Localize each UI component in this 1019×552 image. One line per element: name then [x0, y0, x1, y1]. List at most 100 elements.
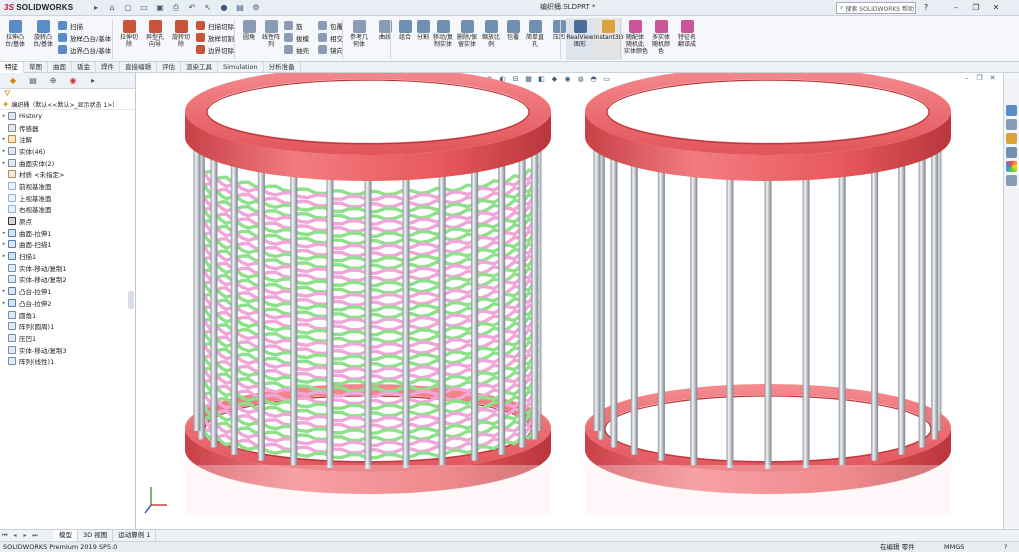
restore-icon[interactable]: ❐ — [970, 1, 982, 14]
ribbon-button-31[interactable]: 随配体 随机此 实体颜色 — [624, 18, 648, 55]
command-tab-8[interactable]: Simulation — [218, 62, 264, 73]
expand-arrow-icon[interactable]: ▸ — [0, 113, 8, 119]
tree-item[interactable]: 原点 — [0, 215, 135, 227]
bottom-tab-0[interactable]: 模型 — [54, 530, 78, 541]
tree-item[interactable]: 前视基准面 — [0, 180, 135, 192]
tree-scrollbar[interactable] — [128, 291, 134, 309]
first-tab-icon[interactable]: ⏮ — [0, 531, 10, 541]
select-arrow-icon[interactable]: ↖ — [202, 2, 214, 14]
bottom-tab-2[interactable]: 运动算例 1 — [113, 530, 157, 541]
ribbon-button-4[interactable]: 边界凸台/基体 — [58, 44, 111, 55]
tree-item[interactable]: 实体-移动/复制1 — [0, 262, 135, 274]
feature-manager-tab-icon[interactable]: ◆ — [4, 74, 22, 88]
ribbon-button-26[interactable]: 包覆 — [502, 18, 524, 41]
resources-icon[interactable] — [1006, 105, 1017, 116]
view-palette-icon[interactable] — [1006, 147, 1017, 158]
ribbon-button-27[interactable]: 简单直 孔 — [524, 18, 546, 48]
ribbon-button-24[interactable]: 删除/保 留实体 — [456, 18, 478, 48]
last-tab-icon[interactable]: ⏭ — [30, 531, 40, 541]
panel-expand-icon[interactable]: ▸ — [84, 74, 102, 88]
command-tab-2[interactable]: 曲面 — [48, 62, 72, 73]
command-tab-3[interactable]: 钣金 — [72, 62, 96, 73]
ribbon-button-22[interactable]: 分割 — [412, 18, 434, 41]
expand-arrow-icon[interactable]: ▸ — [0, 300, 8, 306]
command-tab-7[interactable]: 渲染工具 — [181, 62, 218, 73]
ribbon-button-11[interactable]: 圆角 — [238, 18, 260, 41]
expand-arrow-icon[interactable]: ▸ — [0, 136, 8, 142]
graphics-viewport[interactable]: ⌖ ⊡ ⊕ ◐ ⊟ ▦ ◧ ◆ ◉ ◍ ◓ ▭ – ❐ ✕ — [137, 73, 1003, 529]
tree-item[interactable]: ▸ 凸台-拉伸2 — [0, 297, 135, 309]
minimize-icon[interactable]: – — [950, 1, 962, 14]
tree-item[interactable]: 压凹1 — [0, 332, 135, 344]
undo-icon[interactable]: ↶ — [186, 2, 198, 14]
tree-item[interactable]: 圆角1 — [0, 309, 135, 321]
ribbon-button-17[interactable]: 相交 — [318, 32, 343, 43]
help-icon[interactable]: ? — [920, 1, 932, 14]
ribbon-button-7[interactable]: 旋转切 除 — [170, 18, 192, 48]
ribbon-button-10[interactable]: 边界切除 — [196, 44, 234, 55]
ribbon-button-2[interactable]: 扫描 — [58, 20, 83, 31]
ribbon-button-9[interactable]: 放样切割 — [196, 32, 234, 43]
next-tab-icon[interactable]: ▸ — [20, 531, 30, 541]
tree-item[interactable]: 阵列(线性)1 — [0, 355, 135, 367]
command-tab-0[interactable]: 特征 — [0, 62, 24, 73]
command-tab-5[interactable]: 直接编辑 — [120, 62, 157, 73]
tree-item[interactable]: 上视基准面 — [0, 192, 135, 204]
home-icon[interactable]: ⌂ — [106, 2, 118, 14]
solidworks-logo[interactable]: 3S SOLIDWORKS — [0, 0, 88, 16]
design-library-icon[interactable] — [1006, 119, 1017, 130]
save-icon[interactable]: ▣ — [154, 2, 166, 14]
property-manager-tab-icon[interactable]: ▤ — [24, 74, 42, 88]
ribbon-button-8[interactable]: 扫描切除 — [196, 20, 234, 31]
command-tab-6[interactable]: 评估 — [157, 62, 181, 73]
tree-item[interactable]: ▸ 曲面实体(2) — [0, 157, 135, 169]
ribbon-button-14[interactable]: 拔模 — [284, 32, 309, 43]
close-icon[interactable]: ✕ — [990, 1, 1002, 14]
tree-item[interactable]: 材质 <未指定> — [0, 168, 135, 180]
ribbon-button-33[interactable]: 特征名 翻译成 — [676, 18, 698, 48]
ribbon-button-6[interactable]: 异型孔 向导 — [144, 18, 166, 48]
bottom-tab-1[interactable]: 3D 视图 — [78, 530, 114, 541]
custom-properties-icon[interactable] — [1006, 175, 1017, 186]
appearances-icon[interactable] — [1006, 161, 1017, 172]
display-manager-tab-icon[interactable]: ◉ — [64, 74, 82, 88]
tree-item[interactable]: 传感器 — [0, 122, 135, 134]
ribbon-button-12[interactable]: 线性阵 列 — [260, 18, 282, 48]
ribbon-button-29[interactable]: RealView 图形 — [566, 18, 594, 60]
tree-item[interactable]: ▸ 实体(46) — [0, 145, 135, 157]
configuration-manager-tab-icon[interactable]: ⊕ — [44, 74, 62, 88]
help-search-input[interactable]: ⌕ 搜索 SOLIDWORKS 帮助 — [836, 2, 916, 14]
print-icon[interactable]: ⎙ — [170, 2, 182, 14]
file-properties-icon[interactable]: ▤ — [234, 2, 246, 14]
ribbon-button-19[interactable]: 参考几 何体 — [348, 18, 370, 48]
options-gear-icon[interactable]: ⚙ — [250, 2, 262, 14]
command-tab-9[interactable]: 分析准备 — [264, 62, 301, 73]
ribbon-button-0[interactable]: 拉伸凸 台/基体 — [4, 18, 26, 48]
ribbon-button-3[interactable]: 放样凸台/基体 — [58, 32, 111, 43]
menu-expand-icon[interactable]: ▸ — [90, 2, 102, 14]
new-document-icon[interactable]: ▢ — [122, 2, 134, 14]
ribbon-button-13[interactable]: 筋 — [284, 20, 303, 31]
ribbon-button-25[interactable]: 缩放比 例 — [480, 18, 502, 48]
ribbon-button-32[interactable]: 多实体 随机颜 色 — [650, 18, 672, 55]
tree-item[interactable]: ▸ 凸台-拉伸1 — [0, 285, 135, 297]
command-tab-4[interactable]: 焊件 — [96, 62, 120, 73]
rebuild-icon[interactable]: ● — [218, 2, 230, 14]
ribbon-button-16[interactable]: 包覆 — [318, 20, 343, 31]
ribbon-button-23[interactable]: 移动/复 制实体 — [432, 18, 454, 48]
tree-item[interactable]: 阵列(圆周)1 — [0, 320, 135, 332]
tree-root[interactable]: ◈ 编织桶（默认<<默认>_显示状态 1>） — [0, 99, 135, 110]
tree-item[interactable]: 实体-移动/复制2 — [0, 274, 135, 286]
status-help-icon[interactable]: ? — [1004, 542, 1007, 552]
expand-arrow-icon[interactable]: ▸ — [0, 241, 8, 247]
tree-item[interactable]: ▸ 扫描1 — [0, 250, 135, 262]
expand-arrow-icon[interactable]: ▸ — [0, 288, 8, 294]
expand-arrow-icon[interactable]: ▸ — [0, 160, 8, 166]
status-units[interactable]: MMGS — [944, 542, 964, 552]
prev-tab-icon[interactable]: ◂ — [10, 531, 20, 541]
ribbon-button-5[interactable]: 拉伸切 除 — [118, 18, 140, 48]
ribbon-button-15[interactable]: 抽壳 — [284, 44, 309, 55]
ribbon-button-1[interactable]: 旋转凸 台/基体 — [32, 18, 54, 48]
filter-icon[interactable]: ⛛ — [0, 89, 135, 99]
ribbon-button-20[interactable]: 曲线 — [374, 18, 396, 41]
